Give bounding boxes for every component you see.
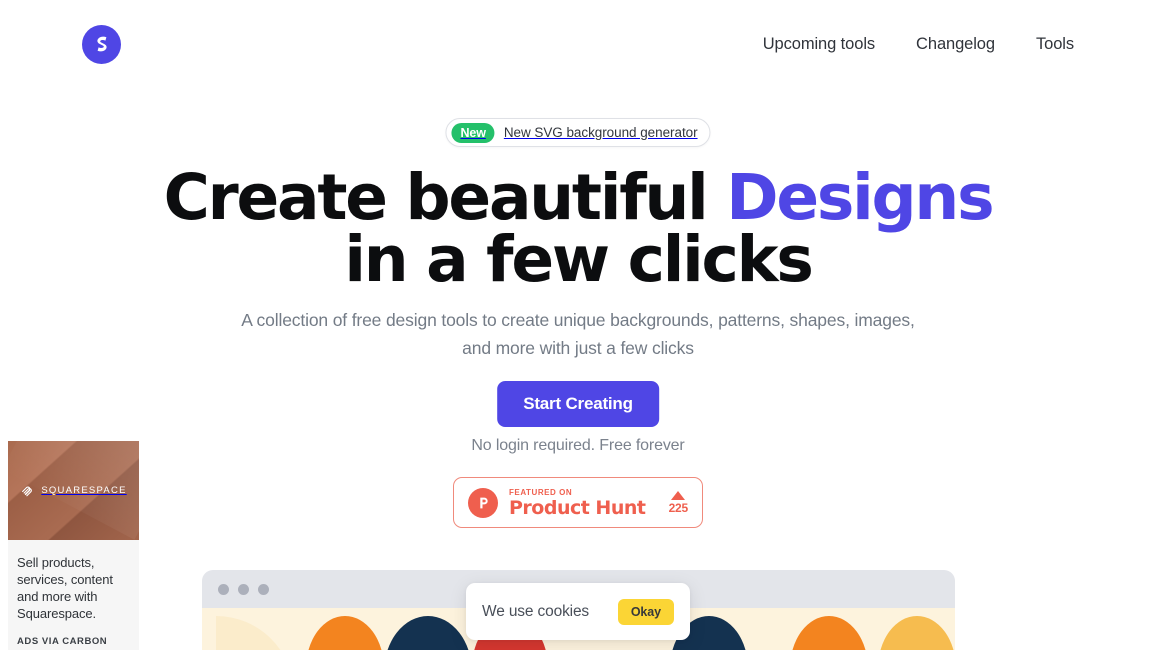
cta-note: No login required. Free forever: [471, 437, 685, 454]
cream-quarter-left: [216, 616, 294, 650]
product-hunt-text: FEATURED ON Product Hunt: [509, 487, 663, 519]
carbon-ad-description[interactable]: Sell products, services, content and mor…: [17, 554, 130, 622]
nav-link-tools[interactable]: Tools: [1036, 35, 1074, 54]
cookie-banner: We use cookies Okay: [466, 583, 690, 640]
hero-title-line2: in a few clicks: [344, 223, 814, 296]
page-title: Create beautiful Designs in a few clicks: [0, 166, 1156, 296]
product-hunt-upvotes: 225: [668, 490, 689, 515]
browser-dot-close: [218, 583, 229, 595]
amber-half-1: [878, 616, 955, 650]
landing-page: Upcoming tools Changelog Tools New New S…: [0, 0, 1156, 650]
browser-dot-minimize: [238, 583, 249, 595]
browser-dot-maximize: [258, 583, 269, 595]
new-badge-text: New SVG background generator: [503, 125, 698, 140]
start-creating-button[interactable]: Start Creating: [497, 381, 659, 427]
new-feature-badge[interactable]: New New SVG background generator: [445, 118, 711, 147]
nav-link-upcoming-tools[interactable]: Upcoming tools: [763, 35, 875, 54]
carbon-ad-poweredby[interactable]: ADS VIA CARBON: [17, 636, 130, 647]
hero-subtitle: A collection of free design tools to cre…: [241, 310, 915, 358]
carbon-ad: SQUARESPACE Sell products, services, con…: [8, 441, 139, 650]
product-hunt-badge[interactable]: FEATURED ON Product Hunt 225: [453, 477, 703, 528]
upvote-triangle-icon: [671, 490, 686, 500]
product-hunt-featured-label: FEATURED ON: [509, 487, 573, 497]
nav-link-changelog[interactable]: Changelog: [916, 35, 995, 54]
new-pill-label: New: [451, 122, 495, 143]
product-hunt-logo-icon: [468, 487, 498, 518]
cookie-banner-message: We use cookies: [482, 602, 590, 620]
main-nav: Upcoming tools Changelog Tools: [763, 35, 1074, 54]
site-header: Upcoming tools Changelog Tools: [0, 0, 1156, 88]
carbon-ad-body: Sell products, services, content and mor…: [8, 540, 139, 650]
squarespace-wordmark: SQUARESPACE: [41, 485, 127, 496]
squarespace-lockup: SQUARESPACE: [20, 483, 126, 498]
squarespace-mark-icon: [22, 486, 33, 497]
product-hunt-name: Product Hunt: [509, 496, 646, 519]
navy-half-1: [384, 616, 472, 650]
orange-half-2: [790, 616, 868, 650]
orange-half-1: [306, 616, 384, 650]
cookie-accept-button[interactable]: Okay: [617, 598, 674, 625]
upvote-count: 225: [668, 500, 689, 515]
carbon-ad-image[interactable]: SQUARESPACE: [8, 441, 139, 540]
swish-logo-icon[interactable]: [82, 24, 121, 64]
